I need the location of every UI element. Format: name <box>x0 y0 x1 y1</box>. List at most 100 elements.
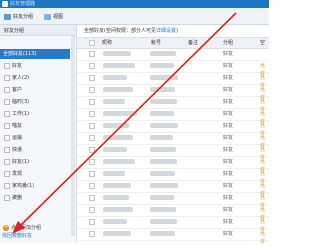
account-cell <box>150 231 175 236</box>
row-checkbox[interactable] <box>89 219 95 225</box>
plus-icon: + <box>3 224 9 231</box>
row-checkbox[interactable] <box>89 111 95 117</box>
visibility-text-end: ) <box>175 28 178 34</box>
row-checkbox[interactable] <box>89 51 95 57</box>
nickname-cell <box>103 63 135 68</box>
sidebar-item-label: 工作(1) <box>12 111 30 117</box>
checkbox[interactable] <box>4 62 10 69</box>
sidebar-header-label: 好友分组 <box>4 28 25 34</box>
add-group-button[interactable]: + 点击添加分组 <box>3 224 41 232</box>
account-cell <box>150 183 178 188</box>
group-cell: 好友 <box>223 147 234 153</box>
find-deleted-friends-link[interactable]: 找回被删好友 <box>2 232 32 240</box>
row-checkbox[interactable] <box>89 207 95 213</box>
group-cell: 好友 <box>223 63 234 69</box>
sidebar-item-group[interactable]: 快递 <box>1 145 22 155</box>
column-header-nickname[interactable]: 昵称 <box>102 39 112 47</box>
sidebar-item-label: 好友 <box>12 63 23 69</box>
table-row[interactable]: 好友 允许 <box>77 228 269 245</box>
row-checkbox[interactable] <box>89 183 95 189</box>
checkbox[interactable] <box>4 182 10 189</box>
account-cell <box>150 135 173 140</box>
checkbox[interactable] <box>4 158 10 165</box>
add-group-label: 点击添加分组 <box>11 225 42 231</box>
checkbox[interactable] <box>4 110 10 117</box>
sidebar-item-group[interactable]: 临时(3) <box>1 97 29 107</box>
sidebar-item-label: 全部好友(113) <box>3 51 37 57</box>
sidebar-item-group[interactable]: 家人(2) <box>1 73 29 83</box>
checkbox[interactable] <box>4 74 10 81</box>
column-header-note[interactable]: 备注 <box>188 39 198 47</box>
friend-groups-button[interactable]: 好友分组 <box>4 12 33 21</box>
sidebar-item-group[interactable]: 好友(1) <box>1 157 29 167</box>
sidebar-item-group[interactable]: 好友 <box>1 61 22 71</box>
checkbox[interactable] <box>4 122 10 129</box>
row-checkbox[interactable] <box>89 231 95 237</box>
row-checkbox[interactable] <box>89 147 95 153</box>
checkbox[interactable] <box>4 170 10 177</box>
title-bar: 好友管理器 <box>0 0 269 8</box>
view-label: 视图 <box>53 14 64 20</box>
checkbox[interactable] <box>4 134 10 141</box>
nickname-cell <box>103 159 135 164</box>
visibility-info: 全部好友(空间权限：部分人可见详细设置) <box>84 27 178 36</box>
account-cell <box>150 51 176 56</box>
row-checkbox[interactable] <box>89 63 95 69</box>
select-all-checkbox[interactable] <box>89 40 95 46</box>
visibility-text: 全部好友(空间权限：部分人可见 <box>84 28 156 34</box>
checkbox[interactable] <box>4 98 10 105</box>
column-header-group[interactable]: 分组 <box>223 39 233 47</box>
sidebar-item-label: 被删 <box>12 195 23 201</box>
account-cell <box>150 87 175 92</box>
nickname-cell <box>103 99 125 104</box>
sidebar-item-group[interactable]: 家鸡番(1) <box>1 181 34 191</box>
group-cell: 好友 <box>223 87 234 93</box>
sidebar-item-all-friends[interactable]: 全部好友(113) <box>0 49 70 59</box>
toolbar: 好友分组 视图 <box>0 8 269 25</box>
sidebar-item-group[interactable]: 运输 <box>1 133 22 143</box>
account-cell <box>150 99 177 104</box>
account-cell <box>150 219 177 224</box>
nickname-cell <box>103 171 125 176</box>
friend-list-panel: 全部好友(空间权限：部分人可见详细设置) 昵称 帐号 备注 分组 空 好友 好友… <box>77 25 269 245</box>
group-cell: 好友 <box>223 75 234 81</box>
sidebar-item-group[interactable]: 客户 <box>1 85 22 95</box>
column-header-account[interactable]: 帐号 <box>151 39 161 47</box>
account-cell <box>150 75 178 80</box>
nickname-cell <box>103 207 133 212</box>
checkbox[interactable] <box>4 86 10 93</box>
friend-groups-label: 好友分组 <box>13 14 34 20</box>
nickname-cell <box>103 87 133 92</box>
row-checkbox[interactable] <box>89 135 95 141</box>
group-cell: 好友 <box>223 159 234 165</box>
group-cell: 好友 <box>223 219 234 225</box>
row-checkbox[interactable] <box>89 195 95 201</box>
view-button[interactable]: 视图 <box>44 12 63 21</box>
sidebar-item-group[interactable]: 喵友 <box>1 121 22 131</box>
app-icon <box>2 1 8 7</box>
row-checkbox[interactable] <box>89 87 95 93</box>
row-checkbox[interactable] <box>89 75 95 81</box>
sidebar-item-label: 临时(3) <box>12 99 30 105</box>
column-header-space[interactable]: 空 <box>260 39 265 47</box>
nickname-cell <box>103 111 137 116</box>
row-checkbox[interactable] <box>89 171 95 177</box>
checkbox[interactable] <box>4 146 10 153</box>
nickname-cell <box>103 51 131 56</box>
sidebar-scrollbar[interactable] <box>71 36 75 236</box>
row-checkbox[interactable] <box>89 123 95 129</box>
sidebar-item-label: 家鸡番(1) <box>12 183 35 189</box>
group-cell: 好友 <box>223 231 234 237</box>
sidebar-item-group[interactable]: 发现 <box>1 169 22 179</box>
nickname-cell <box>103 219 127 224</box>
checkbox[interactable] <box>4 194 10 201</box>
sidebar-item-group[interactable]: 被删 <box>1 193 22 203</box>
row-checkbox[interactable] <box>89 99 95 105</box>
account-cell <box>150 147 176 152</box>
sidebar-item-label: 喵友 <box>12 123 23 129</box>
nickname-cell <box>103 147 127 152</box>
detail-settings-link[interactable]: 详细设置 <box>156 28 176 34</box>
sidebar-item-group[interactable]: 工作(1) <box>1 109 29 119</box>
row-checkbox[interactable] <box>89 159 95 165</box>
group-cell: 好友 <box>223 135 234 141</box>
